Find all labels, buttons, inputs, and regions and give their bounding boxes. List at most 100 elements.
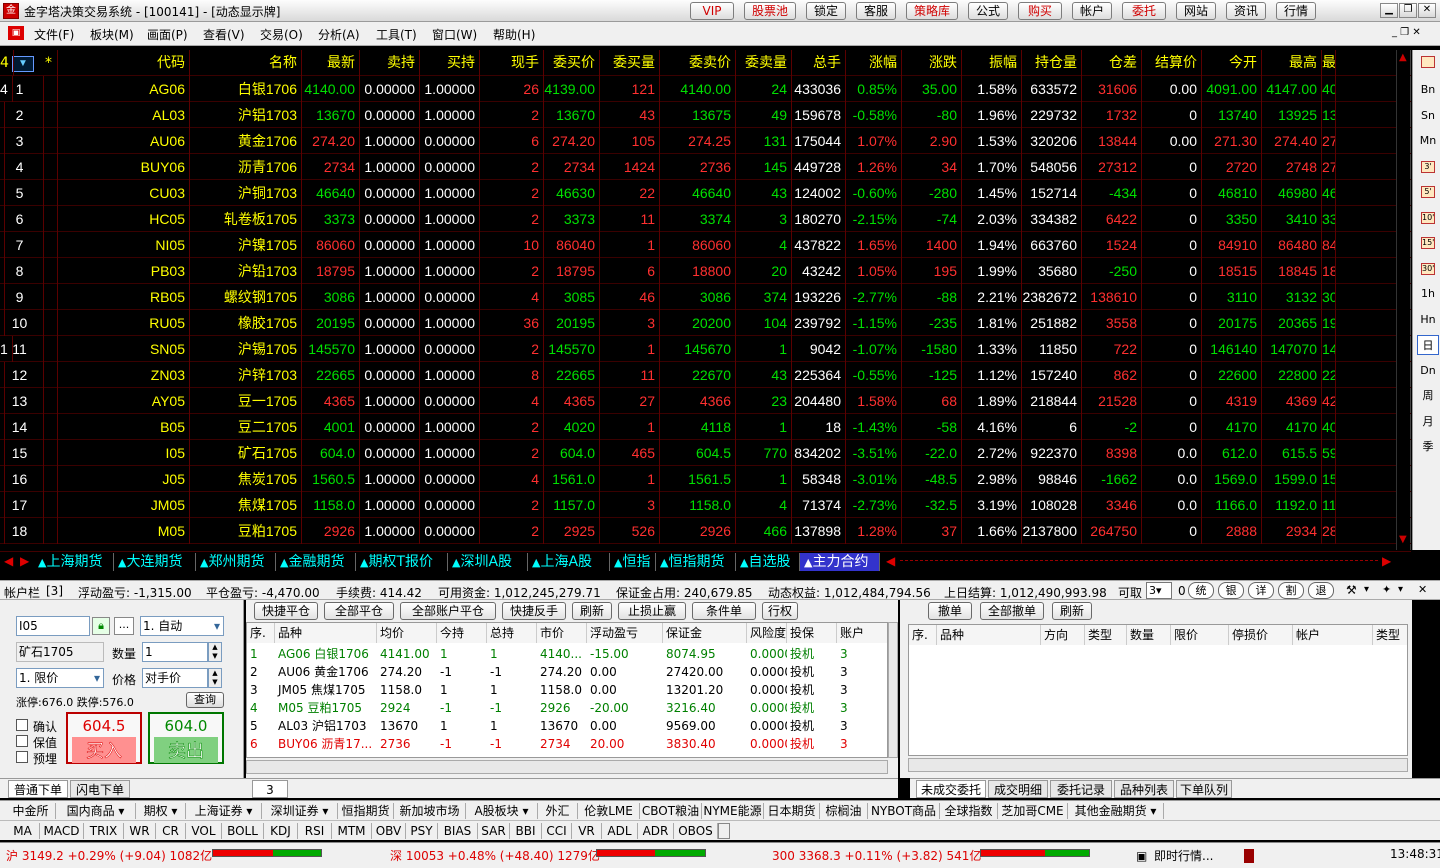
quote-row[interactable]: 13 AY05 豆一1705 4365 1.00000 0.00000 4 4365 27 436… bbox=[0, 388, 1411, 414]
column-header-3[interactable]: 最新 bbox=[302, 50, 360, 76]
quote-row[interactable]: 16 J05 焦炭1705 1560.5 1.00000 0.00000 4 1561.0 1 1… bbox=[0, 466, 1411, 492]
quote-row[interactable]: 7 NI05 沪镍1705 86060 0.00000 1.00000 10 86040 1 86… bbox=[0, 232, 1411, 258]
quote-row[interactable]: 17 JM05 焦煤1705 1158.0 1.00000 0.00000 2 1157.0 3… bbox=[0, 492, 1411, 518]
scroll-up-icon[interactable]: ▲ bbox=[1399, 52, 1407, 63]
record-tab-0[interactable]: 未成交委托 bbox=[916, 780, 986, 798]
period-14[interactable]: 季 bbox=[1417, 437, 1439, 457]
position-btn-1[interactable]: 全部平仓 bbox=[324, 602, 394, 620]
order-tab-1[interactable]: 闪电下单 bbox=[70, 780, 130, 798]
account-select[interactable]: 3▾ bbox=[1146, 582, 1172, 599]
indicator-14[interactable]: BBI bbox=[510, 823, 542, 839]
price-input[interactable]: 对手价 bbox=[142, 668, 208, 688]
account-btn-1[interactable]: 银 bbox=[1218, 582, 1244, 599]
indicator-12[interactable]: BIAS bbox=[438, 823, 478, 839]
quote-row[interactable]: 3 AU06 黄金1706 274.20 1.00000 0.00000 6 274.20 10… bbox=[0, 128, 1411, 154]
position-col-7[interactable]: 保证金 bbox=[663, 623, 747, 643]
quote-star-cell[interactable] bbox=[44, 154, 58, 180]
period-6[interactable]: 15' bbox=[1421, 237, 1435, 249]
menu-item-6[interactable]: 工具(T) bbox=[376, 26, 417, 43]
position-hscroll[interactable] bbox=[246, 760, 888, 774]
sector-10[interactable]: CBOT粮油 bbox=[640, 803, 702, 819]
indicator-16[interactable]: VR bbox=[572, 823, 602, 839]
position-btn-3[interactable]: 快捷反手 bbox=[502, 602, 566, 620]
position-row[interactable]: 2 AU06 黄金1706 274.20 -1 -1 274.20 0.00 27420.00… bbox=[247, 663, 887, 681]
quote-vertical-scrollbar[interactable]: ▲ ▼ bbox=[1396, 50, 1410, 550]
sector-7[interactable]: A股板块 ▾ bbox=[466, 803, 538, 819]
browse-button[interactable]: ... bbox=[114, 617, 134, 635]
sector-8[interactable]: 外汇 bbox=[538, 803, 578, 819]
qty-input[interactable]: 1 bbox=[142, 642, 208, 662]
menu-item-0[interactable]: 文件(F) bbox=[34, 26, 74, 43]
quote-row[interactable]: 1 AG06 白银1706 4140.00 0.00000 1.00000 26 4139.0… bbox=[0, 76, 1411, 102]
account-btn-3[interactable]: 割 bbox=[1278, 582, 1304, 599]
quote-star-cell[interactable] bbox=[44, 414, 58, 440]
orders-col-3[interactable]: 类型 bbox=[1085, 625, 1127, 645]
quote-row[interactable]: 2 AL03 沪铝1703 13670 0.00000 1.00000 2 13670 43 13… bbox=[0, 102, 1411, 128]
orders-btn-1[interactable]: 全部撤单 bbox=[980, 602, 1044, 620]
sector-0[interactable]: 中金所 bbox=[6, 803, 56, 819]
account-btn-2[interactable]: 详 bbox=[1248, 582, 1274, 599]
price-type-select[interactable]: 1. 限价 ▾ bbox=[16, 668, 104, 688]
column-header-10[interactable]: 委卖量 bbox=[736, 50, 792, 76]
position-col-0[interactable]: 序. bbox=[247, 623, 275, 643]
period-5[interactable]: 10' bbox=[1421, 211, 1435, 224]
indicator-11[interactable]: PSY bbox=[406, 823, 438, 839]
column-header-9[interactable]: 委卖价 bbox=[660, 50, 736, 76]
quote-star-cell[interactable] bbox=[44, 232, 58, 258]
menu-item-5[interactable]: 分析(A) bbox=[318, 26, 360, 43]
quote-star-cell[interactable] bbox=[44, 76, 58, 102]
close-panel-icon[interactable]: ✕ bbox=[1418, 583, 1427, 596]
settings-icon[interactable]: ⚒ bbox=[1346, 583, 1357, 597]
query-button[interactable]: 查询 bbox=[186, 692, 224, 708]
menu-item-7[interactable]: 窗口(W) bbox=[432, 26, 477, 43]
quote-row[interactable]: 10 RU05 橡胶1705 20195 0.00000 1.00000 36 20195 3 2… bbox=[0, 310, 1411, 336]
sector-2[interactable]: 期权 ▾ bbox=[136, 803, 186, 819]
indicator-1[interactable]: MACD bbox=[40, 823, 84, 839]
period-13[interactable]: 月 bbox=[1417, 412, 1439, 432]
tab-market-3[interactable]: ▲金融期货 bbox=[276, 553, 356, 571]
menu-item-8[interactable]: 帮助(H) bbox=[493, 26, 535, 43]
column-header-21[interactable]: 4 bbox=[0, 50, 14, 76]
column-header-2[interactable]: 名称 bbox=[190, 50, 302, 76]
quote-row[interactable]: 14 B05 豆二1705 4001 0.00000 1.00000 2 4020 1 4118 1… bbox=[0, 414, 1411, 440]
quote-star-cell[interactable] bbox=[44, 180, 58, 206]
position-col-5[interactable]: 市价 bbox=[537, 623, 587, 643]
quote-row[interactable]: 15 I05 矿石1705 604.0 0.00000 1.00000 2 604.0 465 6… bbox=[0, 440, 1411, 466]
column-toggle-icon[interactable]: ▼ bbox=[12, 56, 34, 72]
orders-btn-0[interactable]: 撤单 bbox=[928, 602, 972, 620]
position-btn-2[interactable]: 全部账户平仓 bbox=[400, 602, 496, 620]
tab-market-0[interactable]: ▲上海期货 bbox=[34, 553, 114, 571]
lock-icon[interactable]: 🔒︎ bbox=[92, 617, 110, 635]
tab-market-1[interactable]: ▲大连期货 bbox=[114, 553, 196, 571]
tab-market-8[interactable]: ▲恒指期货 bbox=[656, 553, 736, 571]
column-header-19[interactable]: 最高 bbox=[1262, 50, 1322, 76]
orders-col-1[interactable]: 品种 bbox=[937, 625, 1041, 645]
tab-market-9[interactable]: ▲自选股 bbox=[736, 553, 800, 571]
mode-select[interactable]: 1. 自动 ▾ bbox=[140, 616, 224, 636]
quote-star-cell[interactable] bbox=[44, 492, 58, 518]
orders-col-4[interactable]: 数量 bbox=[1127, 625, 1171, 645]
title-btn-5[interactable]: 公式 bbox=[968, 2, 1008, 20]
tab-market-5[interactable]: ▲深圳A股 bbox=[448, 553, 528, 571]
menu-item-1[interactable]: 板块(M) bbox=[90, 26, 134, 43]
period-4[interactable]: 5' bbox=[1421, 186, 1435, 198]
indicator-8[interactable]: RSI bbox=[298, 823, 332, 839]
indicator-10[interactable]: OBV bbox=[372, 823, 406, 839]
orders-col-0[interactable]: 序. bbox=[909, 625, 937, 645]
period-8[interactable]: 1h bbox=[1417, 284, 1439, 304]
quote-row[interactable]: 6 HC05 轧卷板1705 3373 0.00000 1.00000 2 3373 11 337… bbox=[0, 206, 1411, 232]
position-row[interactable]: 5 AL03 沪铝1703 13670 1 1 13670 0.00 9569.00 0.000… bbox=[247, 717, 887, 735]
position-btn-7[interactable]: 行权 bbox=[762, 602, 798, 620]
column-header-14[interactable]: 振幅 bbox=[962, 50, 1022, 76]
record-tab-3[interactable]: 品种列表 bbox=[1114, 780, 1174, 798]
title-btn-2[interactable]: 锁定 bbox=[806, 2, 846, 20]
restore-icon[interactable]: ❐ bbox=[1399, 3, 1417, 18]
collapse-icon[interactable]: ▾ bbox=[1398, 584, 1403, 595]
quote-row[interactable]: 5 CU03 沪铜1703 46640 0.00000 1.00000 2 46630 22 46… bbox=[0, 180, 1411, 206]
tab-prev-icon[interactable]: ◀ bbox=[4, 554, 13, 568]
quote-star-cell[interactable] bbox=[44, 518, 58, 544]
hedge-checkbox[interactable] bbox=[16, 735, 28, 747]
position-col-4[interactable]: 总持 bbox=[487, 623, 537, 643]
menu-item-4[interactable]: 交易(O) bbox=[260, 26, 303, 43]
orders-btn-2[interactable]: 刷新 bbox=[1052, 602, 1092, 620]
